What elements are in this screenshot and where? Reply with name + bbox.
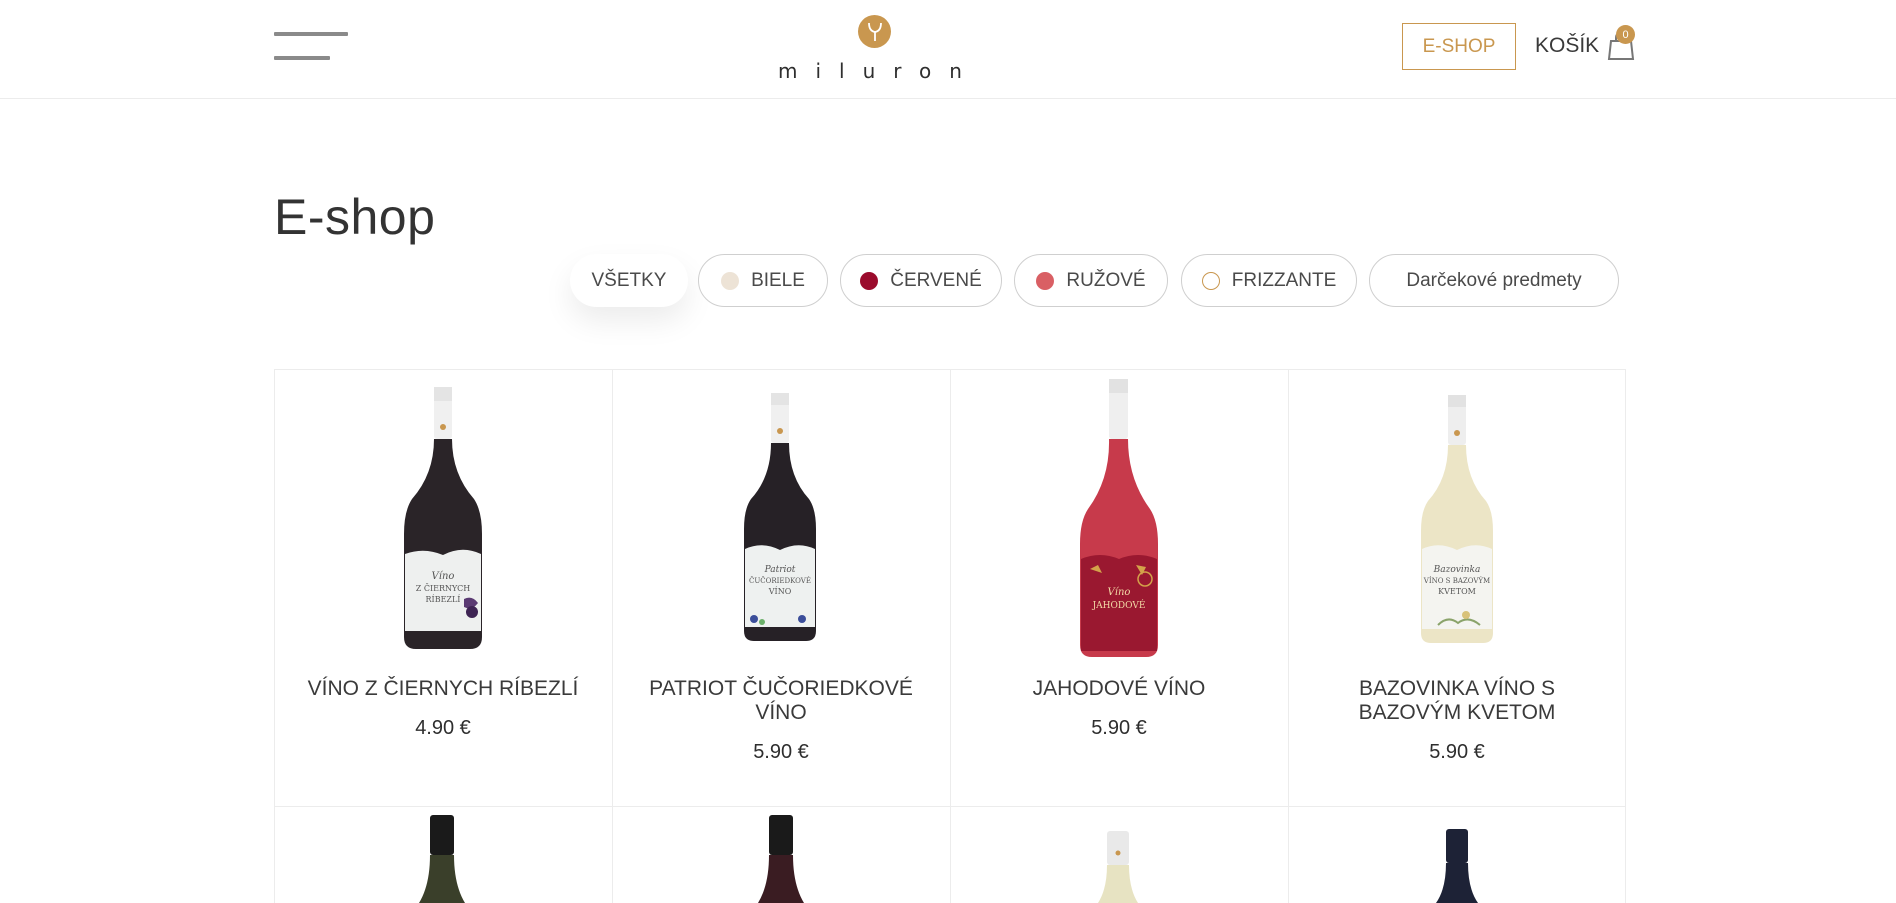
wine-bottle-image	[758, 815, 804, 903]
product-price: 5.90 €	[753, 741, 809, 763]
product-card[interactable]: Víno JAHODOVÉ JAHODOVÉ VÍNO 5.90 €	[950, 369, 1288, 806]
product-grid: Víno Z ČIERNYCH RÍBEZLÍ VÍNO Z ČIERNYCH …	[274, 369, 1626, 903]
site-header: miluron E-SHOP KOŠÍK 0	[0, 0, 1896, 99]
product-price: 5.90 €	[1429, 741, 1485, 763]
cart-label: KOŠÍK	[1535, 34, 1600, 57]
filter-white[interactable]: BIELE	[698, 254, 828, 307]
wine-bottle-image	[1098, 831, 1138, 903]
wine-bottle-image: Bazovinka VÍNO S BAZOVÝM KVETOM	[1421, 395, 1493, 643]
product-name[interactable]: VÍNO Z ČIERNYCH RÍBEZLÍ	[294, 677, 592, 701]
svg-text:ČUČORIEDKOVÉ: ČUČORIEDKOVÉ	[749, 576, 811, 585]
product-card[interactable]: Patriot ČUČORIEDKOVÉ VÍNO PATRIOT ČUČORI…	[612, 369, 950, 806]
logo-glass-icon	[858, 15, 891, 48]
filter-frizzante[interactable]: FRIZZANTE	[1181, 254, 1357, 307]
wine-bottle-image	[419, 815, 465, 903]
product-name[interactable]: BAZOVINKA VÍNO S BAZOVÝM KVETOM	[1308, 677, 1606, 725]
filter-rose[interactable]: RUŽOVÉ	[1014, 254, 1168, 307]
wine-bottle-image: Patriot ČUČORIEDKOVÉ VÍNO	[744, 393, 816, 641]
filter-gifts[interactable]: Darčekové predmety	[1369, 254, 1619, 307]
filter-all[interactable]: VŠETKY	[570, 254, 688, 307]
menu-hamburger-icon[interactable]	[274, 32, 348, 62]
filter-label: ČERVENÉ	[890, 269, 982, 291]
page-title: E-shop	[274, 189, 436, 245]
wine-bottle-image: Víno Z ČIERNYCH RÍBEZLÍ	[404, 387, 482, 649]
svg-text:RÍBEZLÍ: RÍBEZLÍ	[426, 595, 461, 604]
filter-label: VŠETKY	[591, 269, 667, 291]
svg-text:Víno: Víno	[1108, 587, 1131, 598]
white-wine-dot-icon	[721, 271, 740, 290]
logo-text: miluron	[778, 59, 980, 83]
product-card[interactable]: Bazovinka VÍNO S BAZOVÝM KVETOM BAZOVINK…	[1288, 369, 1626, 806]
product-name[interactable]: PATRIOT ČUČORIEDKOVÉ VÍNO	[632, 677, 930, 725]
wine-bottle-image: Víno JAHODOVÉ	[1080, 379, 1158, 657]
product-card[interactable]	[950, 807, 1288, 903]
hamburger-line-bottom	[274, 56, 330, 60]
site-logo[interactable]: miluron	[766, 12, 980, 83]
svg-text:JAHODOVÉ: JAHODOVÉ	[1092, 599, 1146, 611]
filter-label: RUŽOVÉ	[1066, 269, 1146, 291]
product-card[interactable]: Víno Z ČIERNYCH RÍBEZLÍ VÍNO Z ČIERNYCH …	[274, 369, 612, 806]
product-card[interactable]	[274, 807, 612, 903]
svg-text:Víno: Víno	[432, 571, 455, 582]
product-price: 5.90 €	[1091, 717, 1147, 739]
filter-label: FRIZZANTE	[1231, 269, 1337, 291]
product-card[interactable]	[612, 807, 950, 903]
wine-bottle-image	[1436, 829, 1478, 903]
filter-label: BIELE	[751, 269, 805, 291]
svg-text:VÍNO: VÍNO	[768, 587, 792, 596]
svg-text:VÍNO S BAZOVÝM: VÍNO S BAZOVÝM	[1423, 576, 1490, 585]
svg-text:Z ČIERNYCH: Z ČIERNYCH	[416, 584, 471, 593]
rose-wine-dot-icon	[1036, 271, 1055, 290]
product-price: 4.90 €	[415, 717, 471, 739]
eshop-nav-button[interactable]: E-SHOP	[1402, 23, 1516, 70]
frizzante-dot-icon	[1201, 271, 1220, 290]
product-name[interactable]: JAHODOVÉ VÍNO	[970, 677, 1268, 701]
red-wine-dot-icon	[860, 271, 879, 290]
filter-red[interactable]: ČERVENÉ	[840, 254, 1002, 307]
product-card[interactable]	[1288, 807, 1626, 903]
filter-label: Darčekové predmety	[1406, 269, 1582, 291]
cart-count-badge: 0	[1616, 25, 1635, 44]
svg-text:Patriot: Patriot	[764, 565, 796, 575]
svg-text:Bazovinka: Bazovinka	[1433, 565, 1481, 575]
svg-text:KVETOM: KVETOM	[1438, 587, 1476, 596]
hamburger-line-top	[274, 32, 348, 36]
